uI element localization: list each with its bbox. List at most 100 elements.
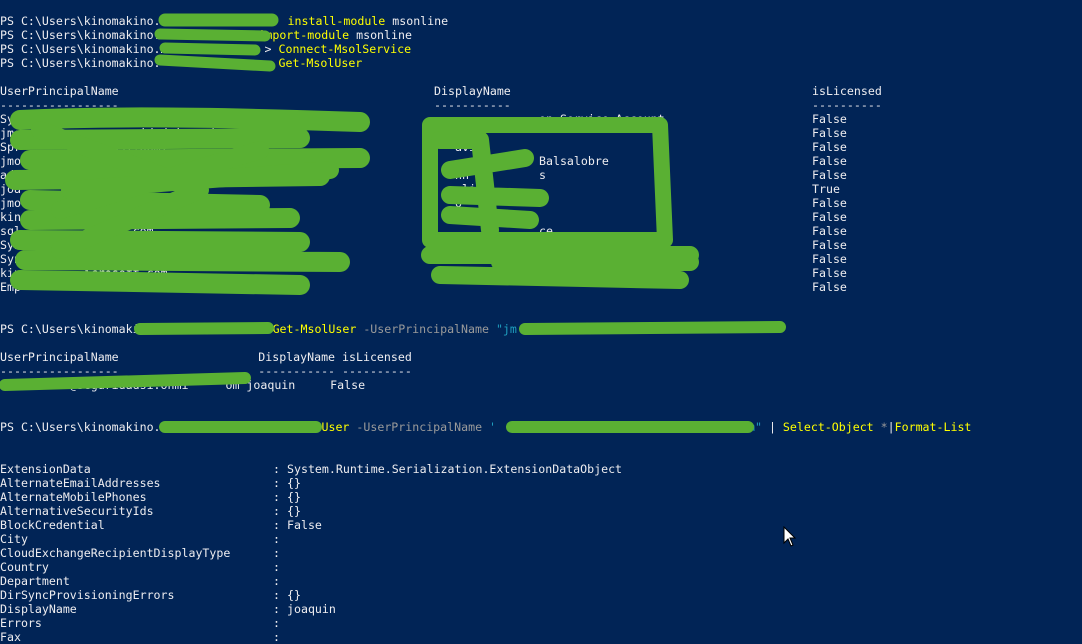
property-value: {}	[287, 504, 301, 518]
property-name: BlockCredential	[0, 518, 105, 532]
table-sep-islicensed: ----------	[812, 98, 882, 112]
row-displayname-tail: on Service Account	[539, 112, 665, 126]
table2-sep: ----------------- ----------- ----------	[0, 364, 412, 378]
prompt-tail: >	[264, 42, 272, 56]
prompt-line-import: PS C:\Users\kinomakino.M ENAZUR> import-m…	[0, 28, 412, 42]
row-upn-tail: rosoft.com	[28, 112, 98, 126]
row-upn: jmo	[0, 196, 21, 210]
property-name: AlternativeSecurityIds	[0, 504, 154, 518]
table-header-islicensed: isLicensed	[812, 84, 882, 98]
prompt-tail: >	[264, 56, 272, 70]
row-islicensed: False	[812, 140, 847, 154]
table2-row: @seguridadsi.onmi om joaquin False	[0, 378, 365, 392]
property-separator: :	[273, 518, 287, 532]
property-value: System.Runtime.Serialization.ExtensionDa…	[287, 462, 623, 476]
command: olUser	[307, 420, 350, 434]
prompt-tail: ENAZUR>	[202, 28, 252, 42]
property-name: AlternateEmailAddresses	[0, 476, 161, 490]
row-upn: adc	[0, 168, 21, 182]
property-separator: :	[273, 532, 287, 546]
command: Get-MsolUser	[278, 56, 363, 70]
row-upn-tail: rosoft.com	[28, 210, 224, 224]
prompt-line-install: PS C:\Users\kinomakino. install-module ms…	[0, 14, 448, 28]
row-islicensed: False	[812, 154, 847, 168]
property-separator: :	[273, 560, 287, 574]
property-separator: :	[273, 588, 287, 602]
table-header-displayname: DisplayName	[434, 84, 511, 98]
table-sep-upn: -----------------	[0, 98, 119, 112]
row-displayname-tail: on Service Account	[539, 238, 665, 252]
row-displayname: nn	[455, 168, 469, 182]
row-upn-tail: icrosoft.com	[28, 266, 168, 280]
command: install-module	[287, 14, 386, 28]
row-displayname: o	[455, 196, 462, 210]
row-displayname: olin	[455, 126, 483, 140]
row-upn: sql	[0, 224, 21, 238]
row-islicensed: False	[812, 280, 847, 294]
property-name: City	[0, 532, 28, 546]
table-header-upn: UserPrincipalName	[0, 84, 119, 98]
command-string-open: '	[489, 420, 497, 434]
row-displayname-tail: ce	[539, 224, 553, 238]
prompt-line-getuser-upn: PS C:\Users\kinomakino Get-MsolUser -User…	[0, 322, 517, 336]
row-displayname: avi	[455, 140, 476, 154]
row-tail: om joaquin False	[225, 378, 366, 392]
row-displayname: olina	[455, 182, 490, 196]
property-name: DisplayName	[0, 602, 77, 616]
row-islicensed: False	[812, 224, 847, 238]
row-islicensed: False	[812, 238, 847, 252]
powershell-console[interactable]: PS C:\Users\kinomakino. install-module ms…	[0, 0, 1082, 644]
table-sep-displayname: -----------	[434, 98, 511, 112]
command: Connect-MsolService	[278, 42, 412, 56]
redaction-scribbles	[0, 13, 786, 433]
prompt-path: PS C:\Users\kinomakino	[0, 322, 154, 336]
property-name: CloudExchangeRecipientDisplayType	[0, 546, 231, 560]
row-upn: joa	[0, 182, 21, 196]
command-arg: msonline	[385, 14, 449, 28]
property-name: DirSyncProvisioningErrors	[0, 588, 175, 602]
row-displayname-tail: Balsalobre	[539, 154, 609, 168]
row-upn-tail: icrosoft.com	[28, 238, 231, 252]
prompt-path: PS C:\Users\kinomakino.M	[0, 420, 168, 434]
command-string-close: om"	[741, 420, 762, 434]
row-islicensed: True	[812, 182, 840, 196]
prompt-line-connect: PS C:\Users\kinomakino.MI > Connect-MsolS…	[0, 42, 411, 56]
property-value: False	[287, 518, 322, 532]
property-separator: :	[273, 616, 287, 630]
property-separator: :	[273, 490, 287, 504]
pipe-symbol-2: |	[887, 420, 895, 434]
row-upn-tail: na.A ridadsi.onmicrosoft.com	[28, 126, 294, 140]
property-separator: :	[273, 504, 287, 518]
row-islicensed: False	[812, 266, 847, 280]
property-separator: :	[273, 546, 287, 560]
prompt-path: PS C:\Users\kinomakino.	[0, 14, 161, 28]
property-name: Fax	[0, 630, 21, 644]
row-islicensed: False	[812, 112, 847, 126]
prompt-line-getuser: PS C:\Users\kinomakino. > Get-MsolUser	[0, 56, 362, 70]
property-name: ExtensionData	[0, 462, 91, 476]
row-upn-tail: idadsi.onmi	[28, 140, 168, 154]
command-param: -UserPrincipalName	[356, 420, 483, 434]
command: import-module	[258, 28, 350, 42]
row-islicensed: False	[812, 196, 847, 210]
mouse-pointer-icon	[783, 526, 797, 547]
command: Get-MsolUser	[272, 322, 357, 336]
command-arg: msonline	[349, 28, 412, 42]
prompt-path: PS C:\Users\kinomakino.MI	[0, 42, 175, 56]
property-value: {}	[287, 490, 301, 504]
redaction-stroke	[519, 321, 786, 335]
row-upn: kin	[0, 266, 21, 280]
row-upn: Syn	[0, 252, 21, 266]
row-upn: Emp	[0, 280, 21, 294]
property-name: Department	[0, 574, 70, 588]
property-separator: :	[273, 602, 287, 616]
row-upn-tail: rosoft.com	[28, 252, 210, 266]
row-upn: Syn	[0, 238, 21, 252]
property-separator: :	[273, 476, 287, 490]
row-islicensed: False	[812, 252, 847, 266]
property-value: {}	[287, 476, 301, 490]
row-islicensed: False	[812, 168, 847, 182]
prompt-path: PS C:\Users\kinomakino.	[0, 56, 161, 70]
row-upn-tail: osoft.com	[28, 280, 147, 294]
property-value: {}	[287, 588, 301, 602]
